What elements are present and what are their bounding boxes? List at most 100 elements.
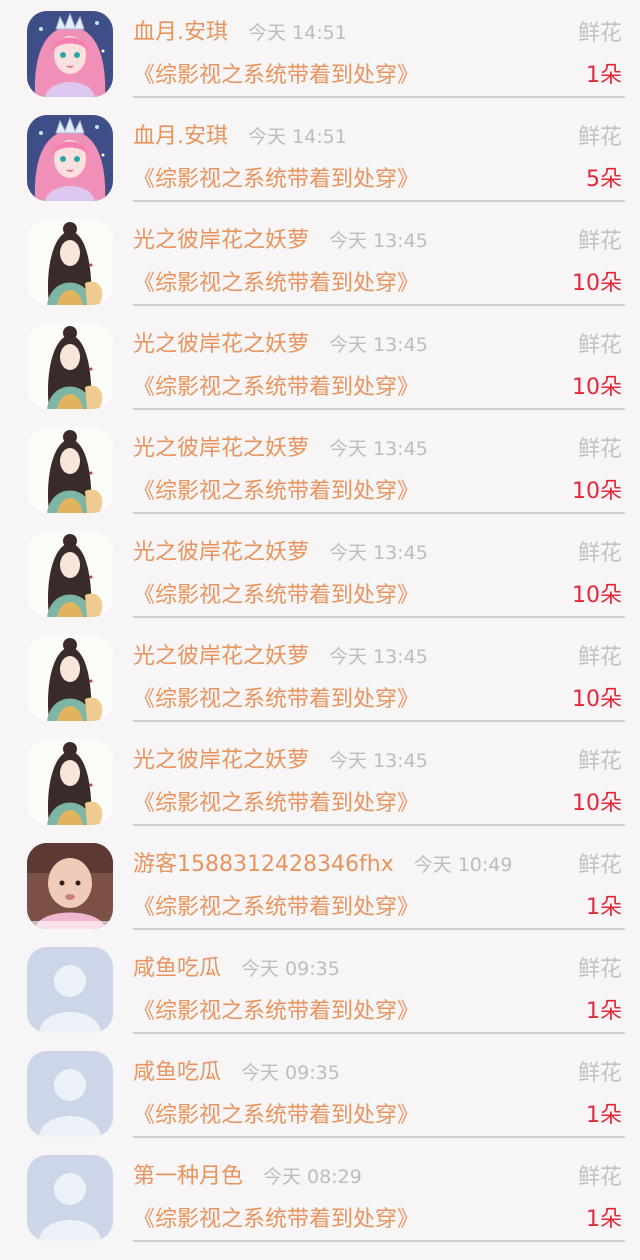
princess-avatar[interactable] xyxy=(27,11,113,97)
baby-photo-avatar[interactable] xyxy=(27,843,113,929)
gift-time: 今天 09:35 xyxy=(241,1062,340,1084)
gift-record-row[interactable]: 光之彼岸花之妖萝 今天 13:45 鲜花《综影视之系统带着到处穿》 10朵 xyxy=(0,208,640,312)
row-divider xyxy=(133,928,625,930)
book-title[interactable]: 《综影视之系统带着到处穿》 xyxy=(133,889,419,921)
gift-amount: 1朵 xyxy=(586,1103,622,1128)
gift-time: 今天 13:45 xyxy=(329,542,428,564)
user-name[interactable]: 咸鱼吃瓜 xyxy=(133,950,221,982)
name-line: 光之彼岸花之妖萝 今天 13:45 xyxy=(133,534,428,568)
gift-record-row[interactable]: 咸鱼吃瓜 今天 09:35 鲜花 《综影视之系统带着到处穿》 1朵 xyxy=(0,936,640,1040)
name-line: 第一种月色 今天 08:29 xyxy=(133,1158,362,1192)
default-user-avatar[interactable] xyxy=(27,947,113,1033)
name-line: 光之彼岸花之妖萝 今天 13:45 xyxy=(133,222,428,256)
gift-type-label: 鲜花 xyxy=(577,749,622,774)
row-divider xyxy=(133,1240,625,1242)
gift-type-label: 鲜花 xyxy=(577,1061,622,1086)
book-title[interactable]: 《综影视之系统带着到处穿》 xyxy=(133,993,419,1025)
book-title[interactable]: 《综影视之系统带着到处穿》 xyxy=(133,473,419,505)
name-line: 光之彼岸花之妖萝 今天 13:45 xyxy=(133,326,428,360)
book-title[interactable]: 《综影视之系统带着到处穿》 xyxy=(133,369,419,401)
user-name[interactable]: 光之彼岸花之妖萝 xyxy=(133,742,309,774)
row-divider xyxy=(133,96,625,98)
row-divider xyxy=(133,1136,625,1138)
gift-amount: 10朵 xyxy=(572,687,622,712)
gift-amount: 10朵 xyxy=(572,271,622,296)
gift-amount: 1朵 xyxy=(586,895,622,920)
gift-type-label: 鲜花 xyxy=(577,125,622,150)
gift-type-label: 鲜花 xyxy=(577,21,622,46)
book-title[interactable]: 《综影视之系统带着到处穿》 xyxy=(133,161,419,193)
gift-type-label: 鲜花 xyxy=(577,853,622,878)
ancient-lady-avatar[interactable] xyxy=(27,427,113,513)
gift-amount: 1朵 xyxy=(586,63,622,88)
gift-time: 今天 13:45 xyxy=(329,334,428,356)
book-title[interactable]: 《综影视之系统带着到处穿》 xyxy=(133,265,419,297)
user-name[interactable]: 咸鱼吃瓜 xyxy=(133,1054,221,1086)
user-name[interactable]: 血月.安琪 xyxy=(133,14,228,46)
ancient-lady-avatar[interactable] xyxy=(27,739,113,825)
gift-type-label: 鲜花 xyxy=(577,1165,622,1190)
name-line: 血月.安琪 今天 14:51 xyxy=(133,14,347,48)
gift-amount: 10朵 xyxy=(572,791,622,816)
user-name[interactable]: 第一种月色 xyxy=(133,1158,243,1190)
gift-record-row[interactable]: 血月.安琪 今天 14:51 鲜花《综影视之系统带着到处穿》 5朵 xyxy=(0,104,640,208)
user-name[interactable]: 光之彼岸花之妖萝 xyxy=(133,638,309,670)
row-divider xyxy=(133,304,625,306)
gift-record-row[interactable]: 光之彼岸花之妖萝 今天 13:45 鲜花 《综影视之系统带着到处穿》 10朵 xyxy=(0,312,640,416)
gift-amount: 10朵 xyxy=(572,583,622,608)
gift-time: 今天 09:35 xyxy=(241,958,340,980)
user-name[interactable]: 光之彼岸花之妖萝 xyxy=(133,534,309,566)
ancient-lady-avatar[interactable] xyxy=(27,635,113,721)
row-divider xyxy=(133,720,625,722)
user-name[interactable]: 光之彼岸花之妖萝 xyxy=(133,326,309,358)
name-line: 光之彼岸花之妖萝 今天 13:45 xyxy=(133,638,428,672)
gift-amount: 5朵 xyxy=(586,167,622,192)
user-name[interactable]: 光之彼岸花之妖萝 xyxy=(133,222,309,254)
gift-type-label: 鲜花 xyxy=(577,229,622,254)
gift-record-row[interactable]: 血月.安琪 今天 14:51 鲜花《综影视之系统带着到处穿》 1朵 xyxy=(0,0,640,104)
row-divider xyxy=(133,512,625,514)
gift-time: 今天 13:45 xyxy=(329,646,428,668)
row-divider xyxy=(133,1032,625,1034)
gift-time: 今天 13:45 xyxy=(329,438,428,460)
gift-record-row[interactable]: 咸鱼吃瓜 今天 09:35 鲜花《综影视之系统带着到处穿》 1朵 xyxy=(0,1040,640,1144)
book-title[interactable]: 《综影视之系统带着到处穿》 xyxy=(133,681,419,713)
gift-type-label: 鲜花 xyxy=(577,645,622,670)
gift-time: 今天 13:45 xyxy=(329,230,428,252)
default-user-avatar[interactable] xyxy=(27,1051,113,1137)
gift-type-label: 鲜花 xyxy=(577,541,622,566)
gift-type-label: 鲜花 xyxy=(577,957,622,982)
row-divider xyxy=(133,616,625,618)
princess-avatar[interactable] xyxy=(27,115,113,201)
default-user-avatar[interactable] xyxy=(27,1155,113,1241)
ancient-lady-avatar[interactable] xyxy=(27,323,113,409)
gift-time: 今天 14:51 xyxy=(248,126,347,148)
gift-amount: 10朵 xyxy=(572,479,622,504)
gift-record-row[interactable]: 第一种月色 今天 08:29 鲜花《综影视之系统带着到处穿》 1朵 xyxy=(0,1144,640,1248)
name-line: 血月.安琪 今天 14:51 xyxy=(133,118,347,152)
book-title[interactable]: 《综影视之系统带着到处穿》 xyxy=(133,57,419,89)
book-title[interactable]: 《综影视之系统带着到处穿》 xyxy=(133,577,419,609)
gift-record-row[interactable]: 光之彼岸花之妖萝 今天 13:45 鲜花《综影视之系统带着到处穿》 10朵 xyxy=(0,728,640,832)
user-name[interactable]: 血月.安琪 xyxy=(133,118,228,150)
user-name[interactable]: 游客1588312428346fhx xyxy=(133,846,394,878)
gift-record-row[interactable]: 光之彼岸花之妖萝 今天 13:45 鲜花《综影视之系统带着到处穿》 10朵 xyxy=(0,520,640,624)
gift-time: 今天 13:45 xyxy=(329,750,428,772)
gift-record-row[interactable]: 光之彼岸花之妖萝 今天 13:45 鲜花《综影视之系统带着到处穿》 10朵 xyxy=(0,624,640,728)
name-line: 游客1588312428346fhx 今天 10:49 xyxy=(133,846,512,880)
ancient-lady-avatar[interactable] xyxy=(27,531,113,617)
book-title[interactable]: 《综影视之系统带着到处穿》 xyxy=(133,1097,419,1129)
book-title[interactable]: 《综影视之系统带着到处穿》 xyxy=(133,1201,419,1233)
name-line: 光之彼岸花之妖萝 今天 13:45 xyxy=(133,742,428,776)
user-name[interactable]: 光之彼岸花之妖萝 xyxy=(133,430,309,462)
name-line: 光之彼岸花之妖萝 今天 13:45 xyxy=(133,430,428,464)
gift-record-row[interactable]: 光之彼岸花之妖萝 今天 13:45 鲜花《综影视之系统带着到处穿》 10朵 xyxy=(0,416,640,520)
gift-record-row[interactable]: 游客1588312428346fhx 今天 10:49 鲜花《综影视之系统带着到处穿… xyxy=(0,832,640,936)
book-title[interactable]: 《综影视之系统带着到处穿》 xyxy=(133,785,419,817)
ancient-lady-avatar[interactable] xyxy=(27,219,113,305)
gift-list: 血月.安琪 今天 14:51 鲜花 《综影视之系统带着到处穿》 1朵 血月.安琪 今天 14… xyxy=(0,0,640,1260)
gift-type-label: 鲜花 xyxy=(577,437,622,462)
gift-time: 今天 14:51 xyxy=(248,22,347,44)
gift-amount: 1朵 xyxy=(586,1207,622,1232)
gift-time: 今天 08:29 xyxy=(263,1166,362,1188)
